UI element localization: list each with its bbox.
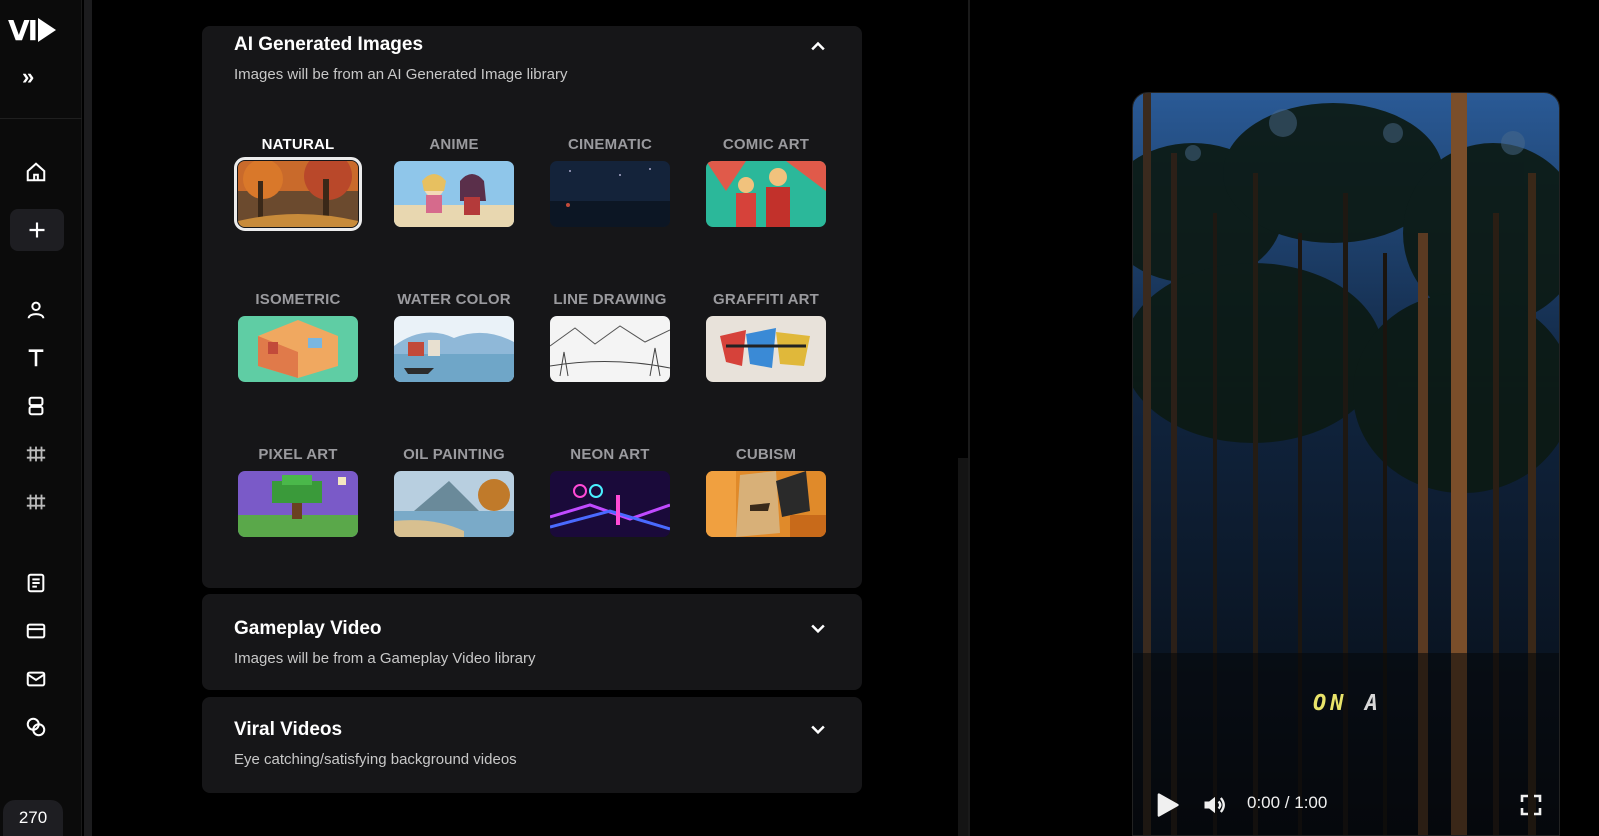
style-label: PIXEL ART [258,446,338,463]
sidebar-rail [84,0,92,836]
style-label: COMIC ART [722,136,810,153]
panel-title: Gameplay Video [234,618,382,639]
style-tile-cinematic[interactable]: CINEMATIC [548,136,672,227]
style-thumbnail[interactable] [394,471,514,537]
panel-subtitle: Eye catching/satisfying background video… [234,751,517,768]
style-label: WATER COLOR [397,291,511,308]
card-icon[interactable] [20,615,52,647]
layers-icon[interactable] [20,390,52,422]
style-label: GRAFFITI ART [713,291,819,308]
chevron-down-icon[interactable] [808,618,828,638]
sidebar-divider [0,118,82,119]
panel-title: Viral Videos [234,719,343,740]
video-controls: 0:00 / 1:00 [1133,775,1559,835]
style-tile-anime[interactable]: ANIME [392,136,516,227]
gameplay-video-panel[interactable]: Gameplay Video Images will be from a Gam… [202,594,862,690]
mail-icon[interactable] [20,663,52,695]
panel-subtitle: Images will be from an AI Generated Imag… [234,66,568,83]
style-tile-graffiti-art[interactable]: GRAFFITI ART [704,291,828,382]
panel-title[interactable]: AI Generated Images [234,34,423,56]
video-frame [1133,93,1559,835]
video-caption: ON A [1313,691,1382,716]
text-icon[interactable] [20,342,52,374]
home-icon[interactable] [20,156,52,188]
video-time: 0:00 / 1:00 [1247,793,1328,812]
coins-icon[interactable] [20,711,52,743]
chevron-down-icon[interactable] [808,719,828,739]
caption-highlight: ON [1313,691,1348,716]
style-label: NATURAL [261,136,335,153]
style-label: CINEMATIC [567,136,652,153]
style-tile-water-color[interactable]: WATER COLOR [392,291,516,382]
user-icon[interactable] [20,294,52,326]
panel-subtitle: Images will be from a Gameplay Video lib… [234,650,536,667]
play-icon[interactable] [1153,791,1181,819]
style-tile-natural[interactable]: NATURAL [234,136,362,231]
chevron-up-icon[interactable] [808,36,828,56]
ai-images-panel: AI Generated Images Images will be from … [202,26,862,588]
style-tile-isometric[interactable]: ISOMETRIC [236,291,360,382]
style-tile-oil-painting[interactable]: OIL PAINTING [392,446,516,537]
style-tile-line-drawing[interactable]: LINE DRAWING [548,291,672,382]
viral-videos-panel[interactable]: Viral Videos Eye catching/satisfying bac… [202,697,862,793]
expand-icon[interactable]: » [22,64,34,90]
style-tile-cubism[interactable]: CUBISM [704,446,828,537]
app-logo[interactable]: VI [8,14,57,47]
credits-count: 270 [3,800,63,836]
style-thumbnail[interactable] [550,316,670,382]
style-thumbnail[interactable] [394,316,514,382]
style-label: ANIME [429,136,479,153]
style-thumbnail[interactable] [706,471,826,537]
style-label: CUBISM [735,446,797,463]
style-thumbnail[interactable] [238,471,358,537]
style-tile-comic-art[interactable]: COMIC ART [704,136,828,227]
style-thumbnail[interactable] [706,161,826,227]
fullscreen-icon[interactable] [1519,793,1543,817]
plus-icon[interactable] [10,209,64,251]
style-tile-neon-art[interactable]: NEON ART [548,446,672,537]
style-thumbnail[interactable] [550,471,670,537]
style-thumbnail[interactable] [706,316,826,382]
style-label: OIL PAINTING [403,446,505,463]
style-label: LINE DRAWING [553,291,667,308]
style-label: NEON ART [570,446,650,463]
caption-word: A [1364,691,1382,716]
style-thumbnail[interactable] [234,157,362,231]
video-preview[interactable]: ON A 0:00 / 1:00 [1132,92,1560,836]
style-tile-pixel-art[interactable]: PIXEL ART [236,446,360,537]
sidebar: VI » 270 [0,0,82,836]
book-icon[interactable] [20,567,52,599]
film-icon[interactable] [20,486,52,518]
style-thumbnail[interactable] [394,161,514,227]
film-icon[interactable] [20,438,52,470]
style-label: ISOMETRIC [255,291,341,308]
style-thumbnail[interactable] [238,316,358,382]
volume-icon[interactable] [1201,791,1229,819]
style-thumbnail[interactable] [550,161,670,227]
panel-divider [968,0,970,836]
scrollbar-track[interactable] [958,458,968,836]
